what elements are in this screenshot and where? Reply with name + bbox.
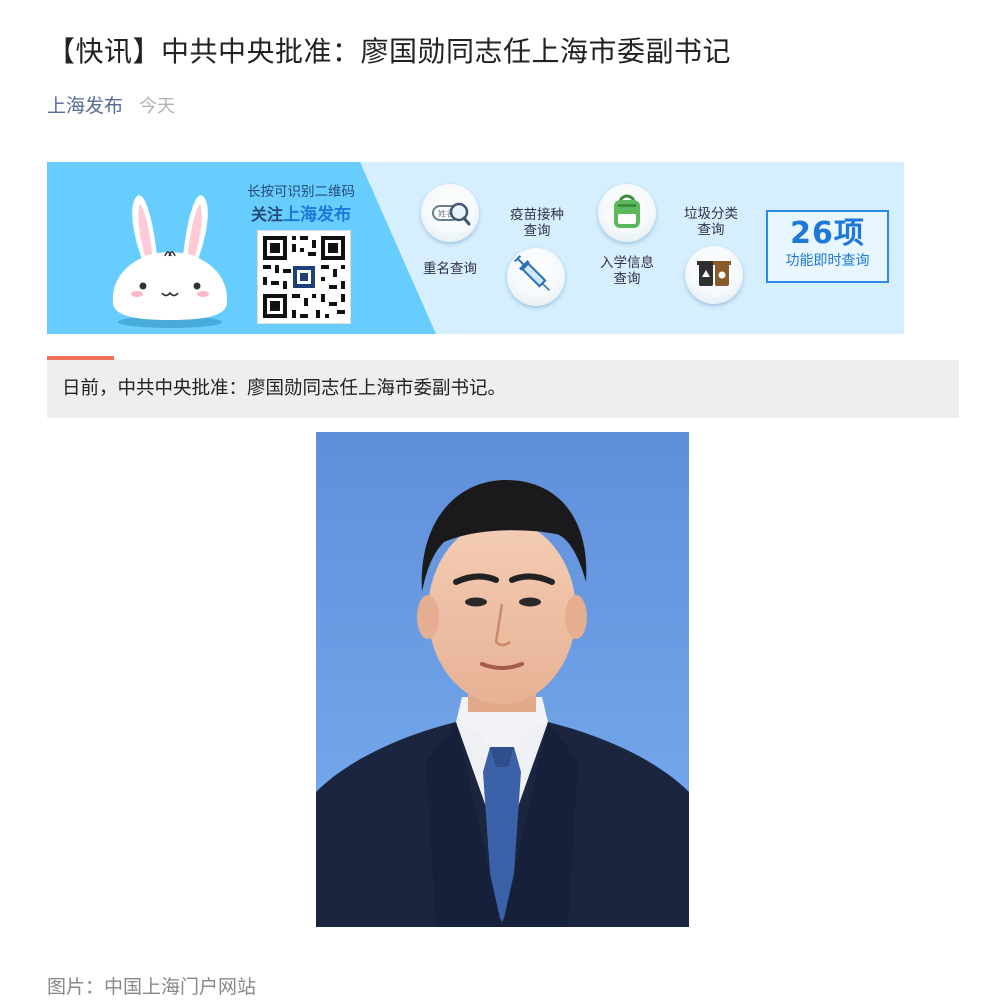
banner-follow-text: 关注上海发布: [237, 204, 365, 226]
feature-label-vaccine: 疫苗接种 查询: [510, 207, 564, 239]
article-meta: 上海发布 今天: [47, 91, 175, 122]
portrait-photo: [316, 432, 689, 927]
feature-label-enrollment: 入学信息 查询: [600, 255, 654, 287]
qr-code-icon[interactable]: [257, 230, 351, 324]
promo-banner[interactable]: 长按可识别二维码 关注上海发布 姓名 重名查询 疫苗接种 查询 入学信息 查询 …: [47, 162, 904, 334]
feature-label-name-search: 重名查询: [423, 261, 477, 277]
backpack-icon[interactable]: [598, 184, 656, 242]
feature-count-subtitle: 功能即时查询: [785, 253, 870, 269]
article-title: 【快讯】中共中央批准：廖国勋同志任上海市委副书记: [47, 35, 732, 68]
feature-count: 26项: [790, 216, 865, 251]
photo-caption: 图片：中国上海门户网站: [47, 976, 257, 998]
banner-qr-hint: 长按可识别二维码: [247, 184, 355, 200]
account-name-link[interactable]: 上海发布: [47, 95, 123, 117]
feature-count-box[interactable]: 26项 功能即时查询: [766, 210, 889, 283]
bunny-mascot-icon: [112, 195, 228, 328]
banner-follow-prefix: 关注: [250, 205, 283, 224]
banner-follow-name: 上海发布: [283, 205, 351, 225]
publish-date: 今天: [139, 96, 176, 117]
feature-label-garbage: 垃圾分类 查询: [684, 206, 738, 238]
trash-bins-icon[interactable]: [685, 246, 743, 304]
article-summary: 日前，中共中央批准：廖国勋同志任上海市委副书记。: [47, 360, 959, 418]
syringe-icon[interactable]: [507, 248, 565, 306]
search-name-icon[interactable]: 姓名: [421, 184, 479, 242]
